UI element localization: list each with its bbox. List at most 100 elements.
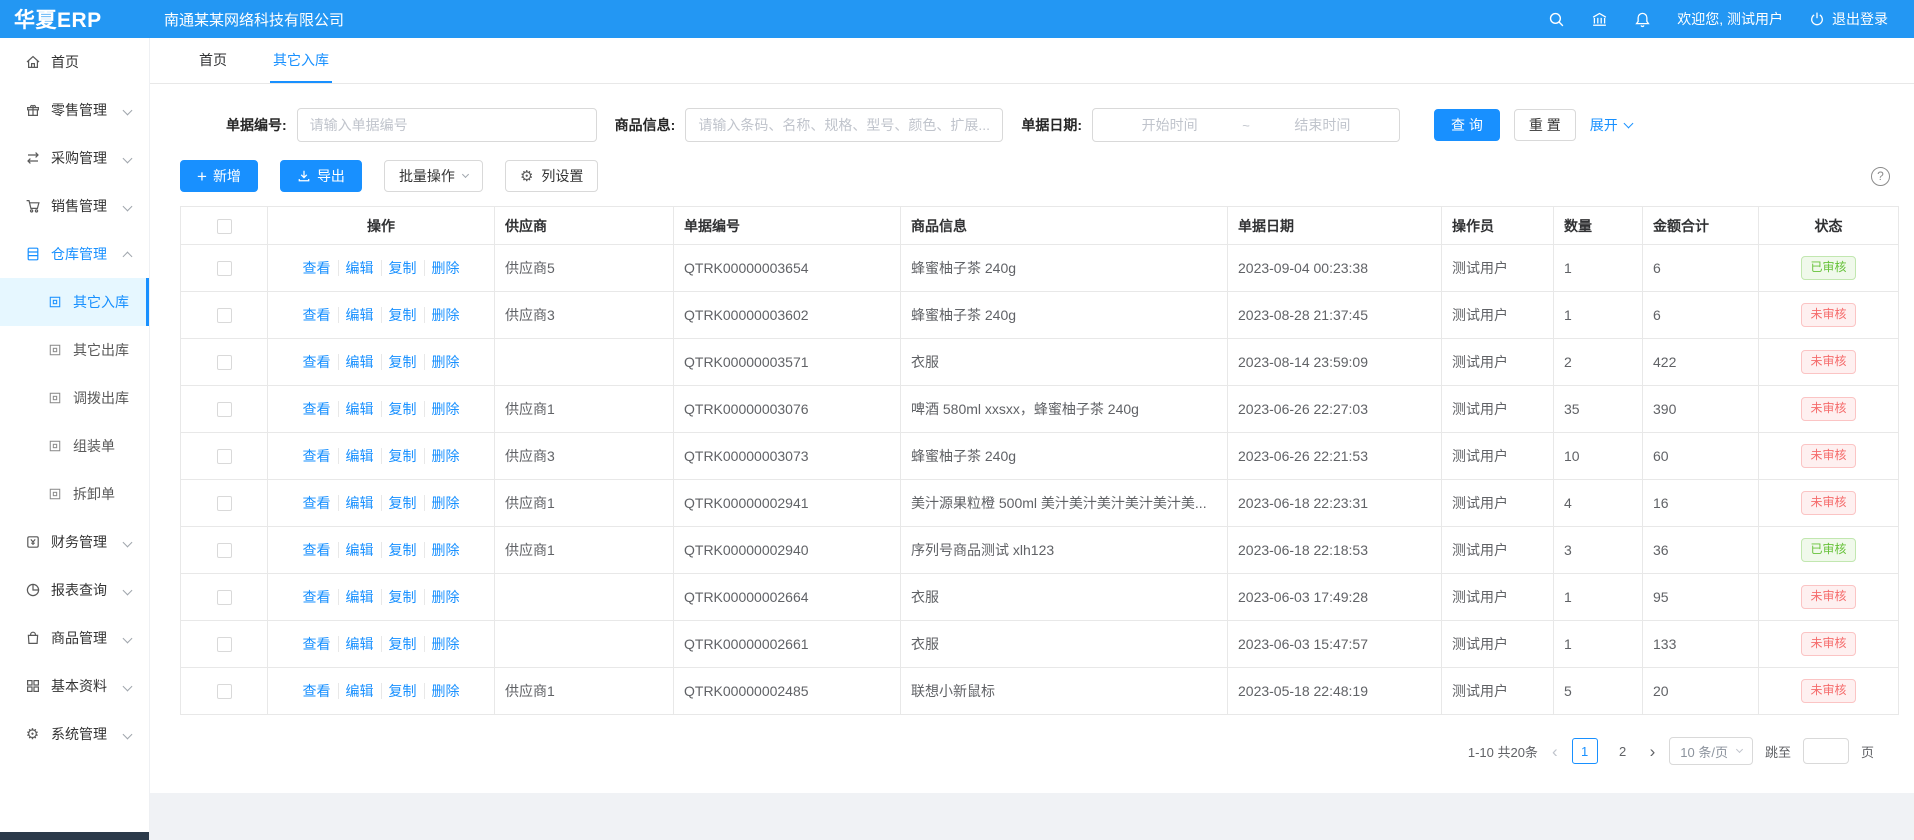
view-link[interactable]: 查看 xyxy=(296,636,338,652)
export-button[interactable]: 导出 xyxy=(280,160,362,192)
sidebar-item-other-outbound[interactable]: 其它出库 xyxy=(0,326,149,374)
row-checkbox[interactable] xyxy=(217,308,232,323)
date-end-input[interactable] xyxy=(1254,116,1391,134)
copy-link[interactable]: 复制 xyxy=(381,683,424,699)
row-checkbox[interactable] xyxy=(217,684,232,699)
sidebar-item-reports[interactable]: 报表查询 xyxy=(0,566,149,614)
delete-link[interactable]: 删除 xyxy=(424,448,467,464)
page-1-button[interactable]: 1 xyxy=(1572,738,1598,764)
row-checkbox[interactable] xyxy=(217,355,232,370)
view-link[interactable]: 查看 xyxy=(296,542,338,558)
search-icon[interactable] xyxy=(1548,11,1565,28)
copy-link[interactable]: 复制 xyxy=(381,589,424,605)
delete-link[interactable]: 删除 xyxy=(424,307,467,323)
edit-link[interactable]: 编辑 xyxy=(338,260,381,276)
delete-link[interactable]: 删除 xyxy=(424,589,467,605)
jump-to-input[interactable] xyxy=(1803,738,1849,764)
tab-home[interactable]: 首页 xyxy=(196,38,230,83)
delete-link[interactable]: 删除 xyxy=(424,683,467,699)
tab-other-inbound[interactable]: 其它入库 xyxy=(270,38,332,83)
supplier-cell xyxy=(495,621,674,668)
sidebar-item-sales[interactable]: 销售管理 xyxy=(0,182,149,230)
copy-link[interactable]: 复制 xyxy=(381,354,424,370)
row-checkbox[interactable] xyxy=(217,496,232,511)
copy-link[interactable]: 复制 xyxy=(381,542,424,558)
sidebar-item-retail[interactable]: 零售管理 xyxy=(0,86,149,134)
chevron-down-icon xyxy=(123,105,133,115)
sidebar-item-other-inbound[interactable]: 其它入库 xyxy=(0,278,149,326)
add-button[interactable]: + 新增 xyxy=(180,160,258,192)
help-icon[interactable]: ? xyxy=(1871,167,1890,186)
copy-link[interactable]: 复制 xyxy=(381,260,424,276)
sidebar-item-disassembly[interactable]: 拆卸单 xyxy=(0,470,149,518)
sidebar-item-transfer-outbound[interactable]: 调拨出库 xyxy=(0,374,149,422)
edit-link[interactable]: 编辑 xyxy=(338,495,381,511)
doc-no-input[interactable] xyxy=(297,108,597,142)
edit-link[interactable]: 编辑 xyxy=(338,683,381,699)
copy-link[interactable]: 复制 xyxy=(381,636,424,652)
sidebar-item-basics[interactable]: 基本资料 xyxy=(0,662,149,710)
expand-link[interactable]: 展开 xyxy=(1590,115,1632,135)
row-checkbox[interactable] xyxy=(217,261,232,276)
delete-link[interactable]: 删除 xyxy=(424,354,467,370)
delete-link[interactable]: 删除 xyxy=(424,401,467,417)
delete-link[interactable]: 删除 xyxy=(424,260,467,276)
batch-actions-button[interactable]: 批量操作 xyxy=(384,160,483,192)
sidebar-item-system[interactable]: ⚙ 系统管理 xyxy=(0,710,149,758)
edit-link[interactable]: 编辑 xyxy=(338,542,381,558)
edit-link[interactable]: 编辑 xyxy=(338,636,381,652)
reset-button[interactable]: 重 置 xyxy=(1514,109,1576,141)
edit-link[interactable]: 编辑 xyxy=(338,448,381,464)
search-button[interactable]: 查 询 xyxy=(1434,109,1500,141)
view-link[interactable]: 查看 xyxy=(296,589,338,605)
view-link[interactable]: 查看 xyxy=(296,495,338,511)
delete-link[interactable]: 删除 xyxy=(424,542,467,558)
amount-cell: 422 xyxy=(1643,339,1759,386)
copy-link[interactable]: 复制 xyxy=(381,495,424,511)
sidebar-item-goods[interactable]: 商品管理 xyxy=(0,614,149,662)
page-size-select[interactable]: 10 条/页 xyxy=(1669,737,1753,765)
logout-button[interactable]: 退出登录 xyxy=(1809,9,1888,29)
copy-link[interactable]: 复制 xyxy=(381,401,424,417)
date-range-picker[interactable]: ~ xyxy=(1092,108,1400,142)
row-checkbox[interactable] xyxy=(217,402,232,417)
sidebar-item-label: 调拨出库 xyxy=(73,388,129,408)
view-link[interactable]: 查看 xyxy=(296,683,338,699)
copy-link[interactable]: 复制 xyxy=(381,307,424,323)
bank-icon[interactable] xyxy=(1591,11,1608,28)
edit-link[interactable]: 编辑 xyxy=(338,401,381,417)
sidebar-item-assembly[interactable]: 组装单 xyxy=(0,422,149,470)
sidebar-item-finance[interactable]: 财务管理 xyxy=(0,518,149,566)
product-cell: 衣服 xyxy=(901,574,1228,621)
edit-link[interactable]: 编辑 xyxy=(338,354,381,370)
col-actions: 操作 xyxy=(268,207,495,245)
delete-link[interactable]: 删除 xyxy=(424,495,467,511)
column-settings-button[interactable]: ⚙ 列设置 xyxy=(505,160,598,192)
copy-link[interactable]: 复制 xyxy=(381,448,424,464)
view-link[interactable]: 查看 xyxy=(296,448,338,464)
row-checkbox[interactable] xyxy=(217,637,232,652)
date-start-input[interactable] xyxy=(1101,116,1238,134)
sidebar-collapse-strip[interactable] xyxy=(0,832,149,840)
edit-link[interactable]: 编辑 xyxy=(338,589,381,605)
product-info-input[interactable] xyxy=(685,108,1003,142)
sidebar-item-warehouse[interactable]: 仓库管理 xyxy=(0,230,149,278)
view-link[interactable]: 查看 xyxy=(296,260,338,276)
view-link[interactable]: 查看 xyxy=(296,401,338,417)
sidebar-item-purchase[interactable]: 采购管理 xyxy=(0,134,149,182)
next-page-button[interactable]: › xyxy=(1648,743,1658,760)
row-checkbox[interactable] xyxy=(217,449,232,464)
select-all-checkbox[interactable] xyxy=(217,219,232,234)
actions-cell: 查看编辑复制删除 xyxy=(268,621,495,668)
view-link[interactable]: 查看 xyxy=(296,354,338,370)
sidebar-item-home[interactable]: 首页 xyxy=(0,38,149,86)
prev-page-button[interactable]: ‹ xyxy=(1550,743,1560,760)
row-checkbox[interactable] xyxy=(217,543,232,558)
col-status: 状态 xyxy=(1759,207,1899,245)
edit-link[interactable]: 编辑 xyxy=(338,307,381,323)
delete-link[interactable]: 删除 xyxy=(424,636,467,652)
page-2-button[interactable]: 2 xyxy=(1610,738,1636,764)
view-link[interactable]: 查看 xyxy=(296,307,338,323)
bell-icon[interactable] xyxy=(1634,11,1651,28)
row-checkbox[interactable] xyxy=(217,590,232,605)
